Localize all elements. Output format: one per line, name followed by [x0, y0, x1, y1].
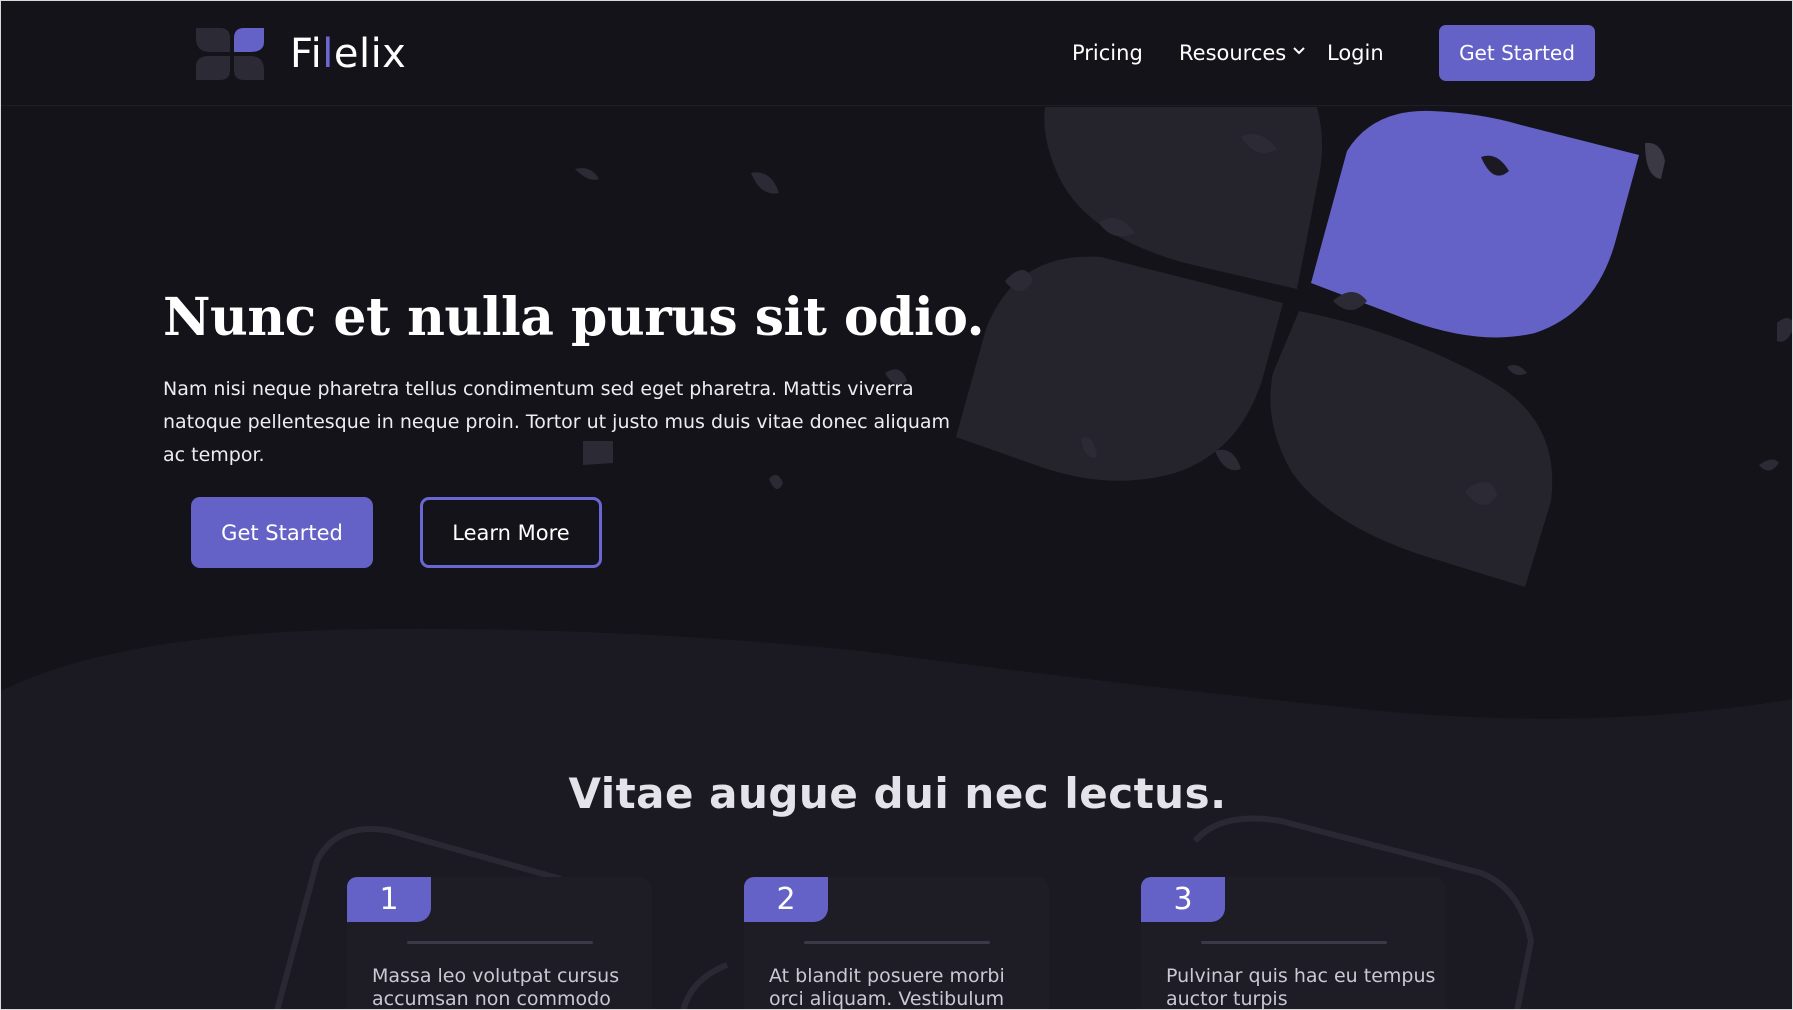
features-title: Vitae augue dui nec lectus. — [568, 769, 1227, 818]
feature-card-number: 3 — [1141, 877, 1225, 922]
nav-get-started-button[interactable]: Get Started — [1439, 25, 1595, 81]
landing-page: Filelix Pricing Resources Login Get Star… — [0, 0, 1793, 1010]
nav-link-resources[interactable]: Resources — [1179, 41, 1306, 65]
feature-card-number: 2 — [744, 877, 828, 922]
hero-learn-more-button[interactable]: Learn More — [420, 497, 602, 568]
feature-card-number: 1 — [347, 877, 431, 922]
feature-card-text: Pulvinar quis hac eu tempus auctor turpi… — [1166, 965, 1436, 1010]
feature-card-divider — [407, 941, 593, 944]
nav-link-resources-label: Resources — [1179, 41, 1287, 65]
hero-subtitle: Nam nisi neque pharetra tellus condiment… — [163, 378, 951, 466]
feature-card: 3 Pulvinar quis hac eu tempus auctor tur… — [1141, 877, 1446, 1010]
feature-card-divider — [1201, 941, 1387, 944]
logo-mark-icon — [196, 28, 264, 80]
feature-card-text: Massa leo volutpat cursus accumsan non c… — [372, 965, 620, 1010]
feature-card-text: At blandit posuere morbi orci aliquam. V… — [769, 965, 1005, 1010]
feature-card: 2 At blandit posuere morbi orci aliquam.… — [744, 877, 1049, 1010]
hero-title: Nunc et nulla purus sit odio. — [163, 287, 985, 348]
nav-link-pricing[interactable]: Pricing — [1072, 41, 1143, 65]
brand-logo[interactable]: Filelix — [196, 27, 406, 81]
nav-link-login[interactable]: Login — [1327, 41, 1384, 65]
hero-get-started-button[interactable]: Get Started — [191, 497, 373, 568]
brand-name: Filelix — [290, 31, 407, 77]
feature-card-divider — [804, 941, 990, 944]
chevron-down-icon — [1293, 47, 1305, 55]
top-navbar: Filelix Pricing Resources Login Get Star… — [1, 1, 1792, 106]
feature-card: 1 Massa leo volutpat cursus accumsan non… — [347, 877, 652, 1010]
